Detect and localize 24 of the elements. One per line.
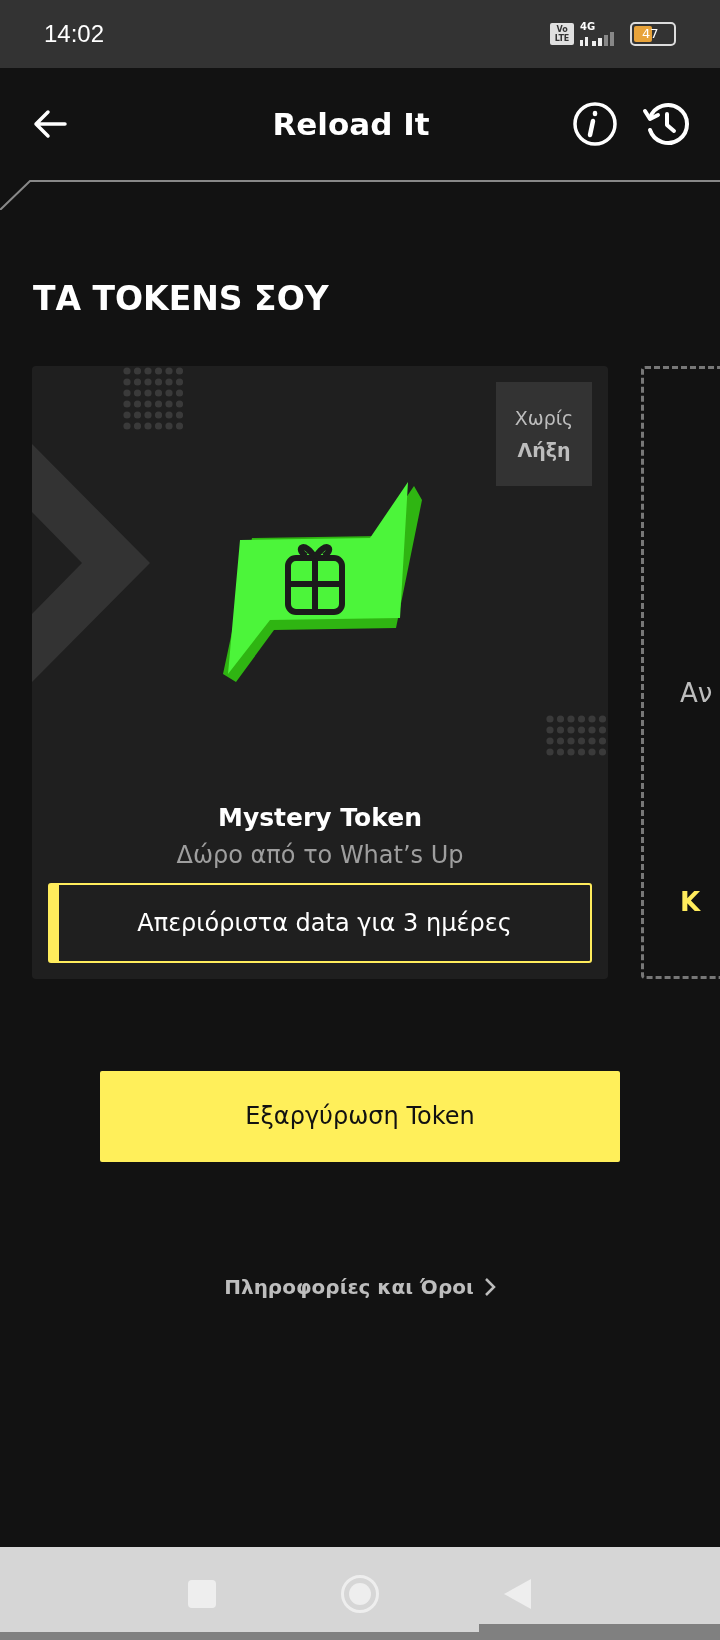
benefit-text: Απεριόριστα data για 3 ημέρες [137, 907, 512, 939]
back-arrow-icon [33, 109, 67, 139]
clock: 14:02 [44, 19, 105, 49]
chevron-right-icon [483, 1276, 496, 1297]
token-card[interactable]: Χωρίς Λήξη Mystery Token Δώρο από το What’s Up Απεριόριστα data για 3 ημέρες [32, 365, 608, 979]
history-button[interactable] [642, 100, 690, 148]
dot-pattern [122, 365, 185, 432]
network-label: 4G [580, 22, 596, 32]
history-icon [642, 100, 690, 148]
token-subtitle: Δώρο από το What’s Up [176, 839, 464, 871]
info-button[interactable] [572, 101, 618, 147]
badge-text: Λήξη [517, 437, 571, 463]
token-card[interactable]: Αν Κ [641, 365, 720, 979]
badge-text: Χωρίς [514, 405, 574, 431]
volte-icon: Vo LTE [550, 23, 574, 45]
card-text: Κ [680, 885, 702, 919]
section-title: ΤΑ TOKENS ΣΟΥ [33, 278, 330, 320]
card-text: Αν [680, 676, 714, 710]
dot-pattern [545, 713, 608, 758]
info-icon [572, 101, 618, 147]
info-link[interactable]: Πληροφορίες και Όροι [224, 1271, 496, 1302]
token-title: Mystery Token [218, 801, 422, 834]
page-title: Reload It [271, 104, 431, 144]
redeem-button[interactable]: Εξαργύρωση Token [100, 1070, 620, 1162]
